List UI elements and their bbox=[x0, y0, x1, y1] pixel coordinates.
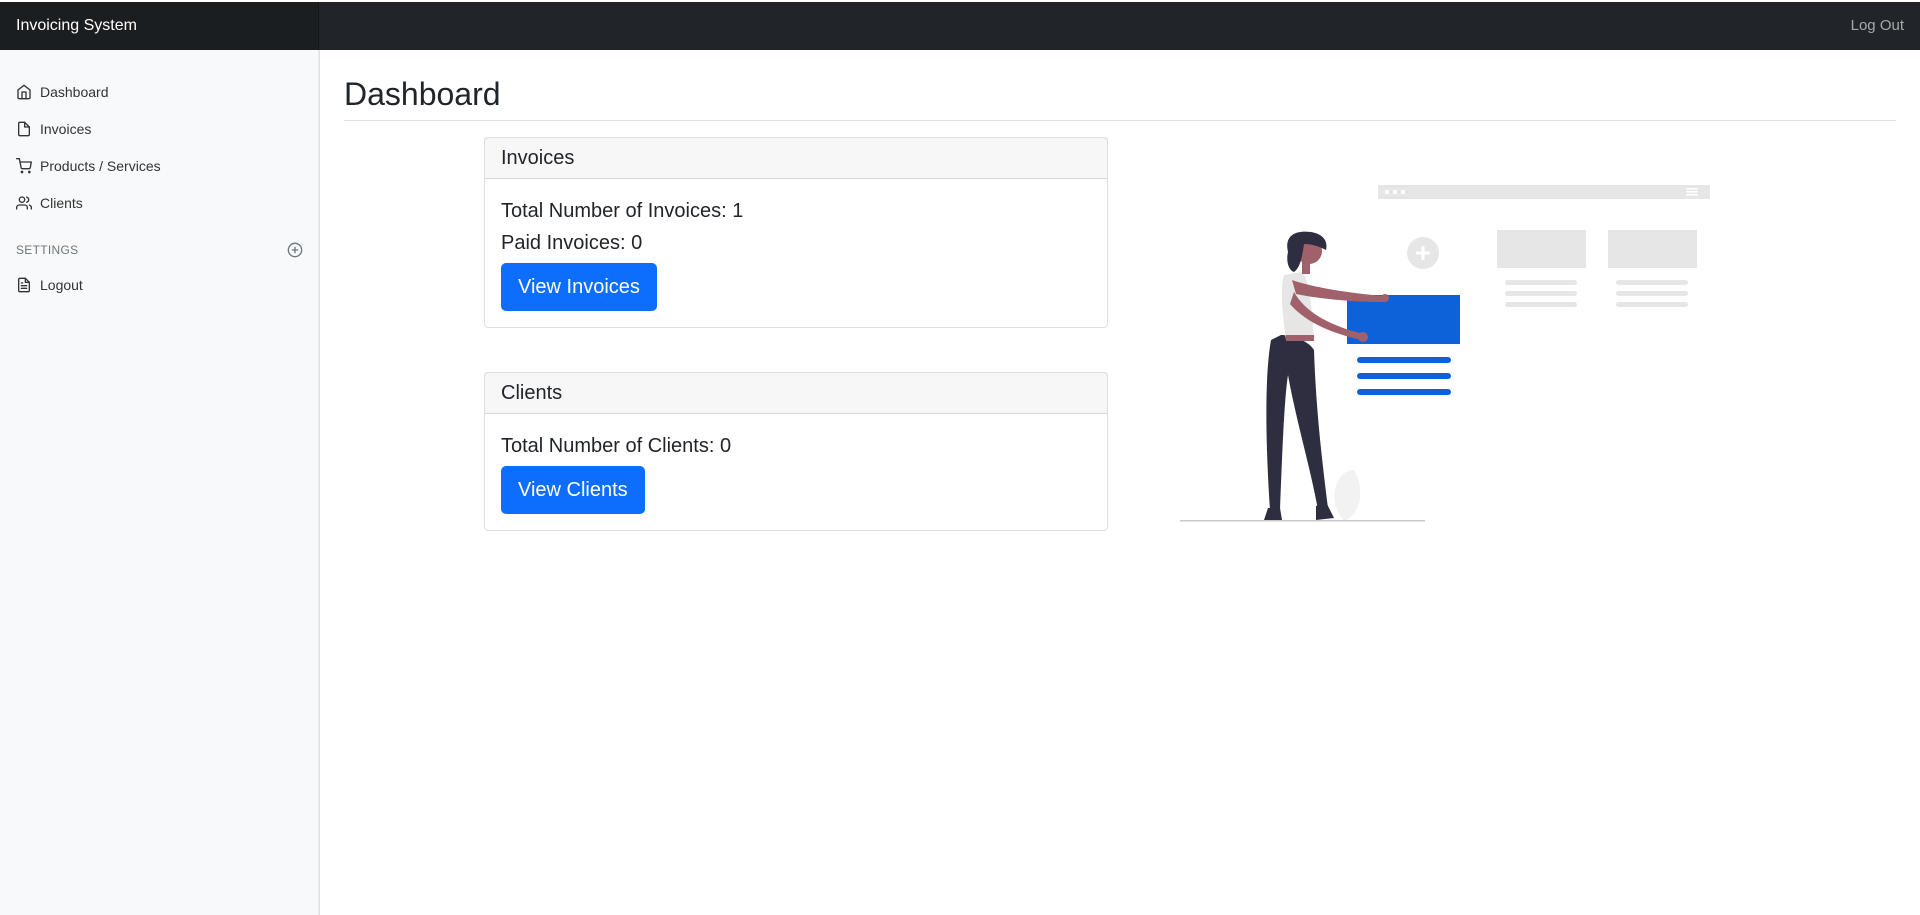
total-invoices-text: Total Number of Invoices: 1 bbox=[501, 200, 744, 222]
page-title: Dashboard bbox=[344, 76, 501, 112]
sidebar-item-label: Products / Services bbox=[40, 157, 161, 174]
sidebar-item-logout[interactable]: Logout bbox=[0, 266, 319, 303]
invoices-card-body: Total Number of Invoices: 1 Paid Invoice… bbox=[485, 179, 1107, 327]
users-icon bbox=[16, 195, 32, 210]
clients-card-header: Clients bbox=[485, 373, 1107, 414]
window-bar-shape bbox=[1378, 185, 1710, 199]
total-clients-text: Total Number of Clients: 0 bbox=[501, 435, 732, 457]
plus-circle-icon[interactable] bbox=[287, 242, 303, 258]
sidebar-item-label: Invoices bbox=[40, 120, 92, 137]
brand-link[interactable]: Invoicing System bbox=[0, 2, 319, 50]
dashboard-illustration bbox=[1180, 185, 1710, 522]
sidebar-nav: Dashboard Invoices Products / Services C… bbox=[0, 50, 319, 221]
main-content: Dashboard Invoices Total Number of Invoi… bbox=[344, 50, 1896, 531]
file-icon bbox=[18, 121, 30, 136]
sidebar-item-products-services[interactable]: Products / Services bbox=[0, 147, 319, 184]
view-clients-button[interactable]: View Clients bbox=[501, 466, 645, 514]
sidebar-item-invoices[interactable]: Invoices bbox=[0, 110, 319, 147]
clients-card-body: Total Number of Clients: 0 View Clients bbox=[485, 414, 1107, 530]
invoices-card-header: Invoices bbox=[485, 138, 1107, 179]
settings-nav: Logout bbox=[0, 264, 319, 303]
settings-heading-label: SETTINGS bbox=[16, 243, 79, 257]
paid-invoices-text: Paid Invoices: 0 bbox=[501, 232, 643, 254]
title-divider bbox=[344, 120, 1896, 121]
shopping-cart-icon bbox=[16, 157, 32, 173]
sidebar-item-clients[interactable]: Clients bbox=[0, 184, 319, 221]
sidebar-item-label: Dashboard bbox=[40, 83, 109, 100]
sidebar-item-label: Logout bbox=[40, 276, 83, 293]
top-navbar: Invoicing System Log Out bbox=[0, 2, 1920, 50]
logout-link[interactable]: Log Out bbox=[1851, 2, 1904, 50]
view-invoices-button[interactable]: View Invoices bbox=[501, 263, 657, 311]
clients-card: Clients Total Number of Clients: 0 View … bbox=[484, 372, 1108, 531]
invoices-card: Invoices Total Number of Invoices: 1 Pai… bbox=[484, 137, 1108, 328]
home-icon bbox=[17, 84, 31, 99]
file-text-icon bbox=[18, 277, 30, 292]
settings-heading: SETTINGS bbox=[0, 236, 319, 264]
sidebar: Dashboard Invoices Products / Services C… bbox=[0, 50, 320, 915]
sidebar-item-dashboard[interactable]: Dashboard bbox=[0, 73, 319, 110]
sidebar-item-label: Clients bbox=[40, 194, 83, 211]
